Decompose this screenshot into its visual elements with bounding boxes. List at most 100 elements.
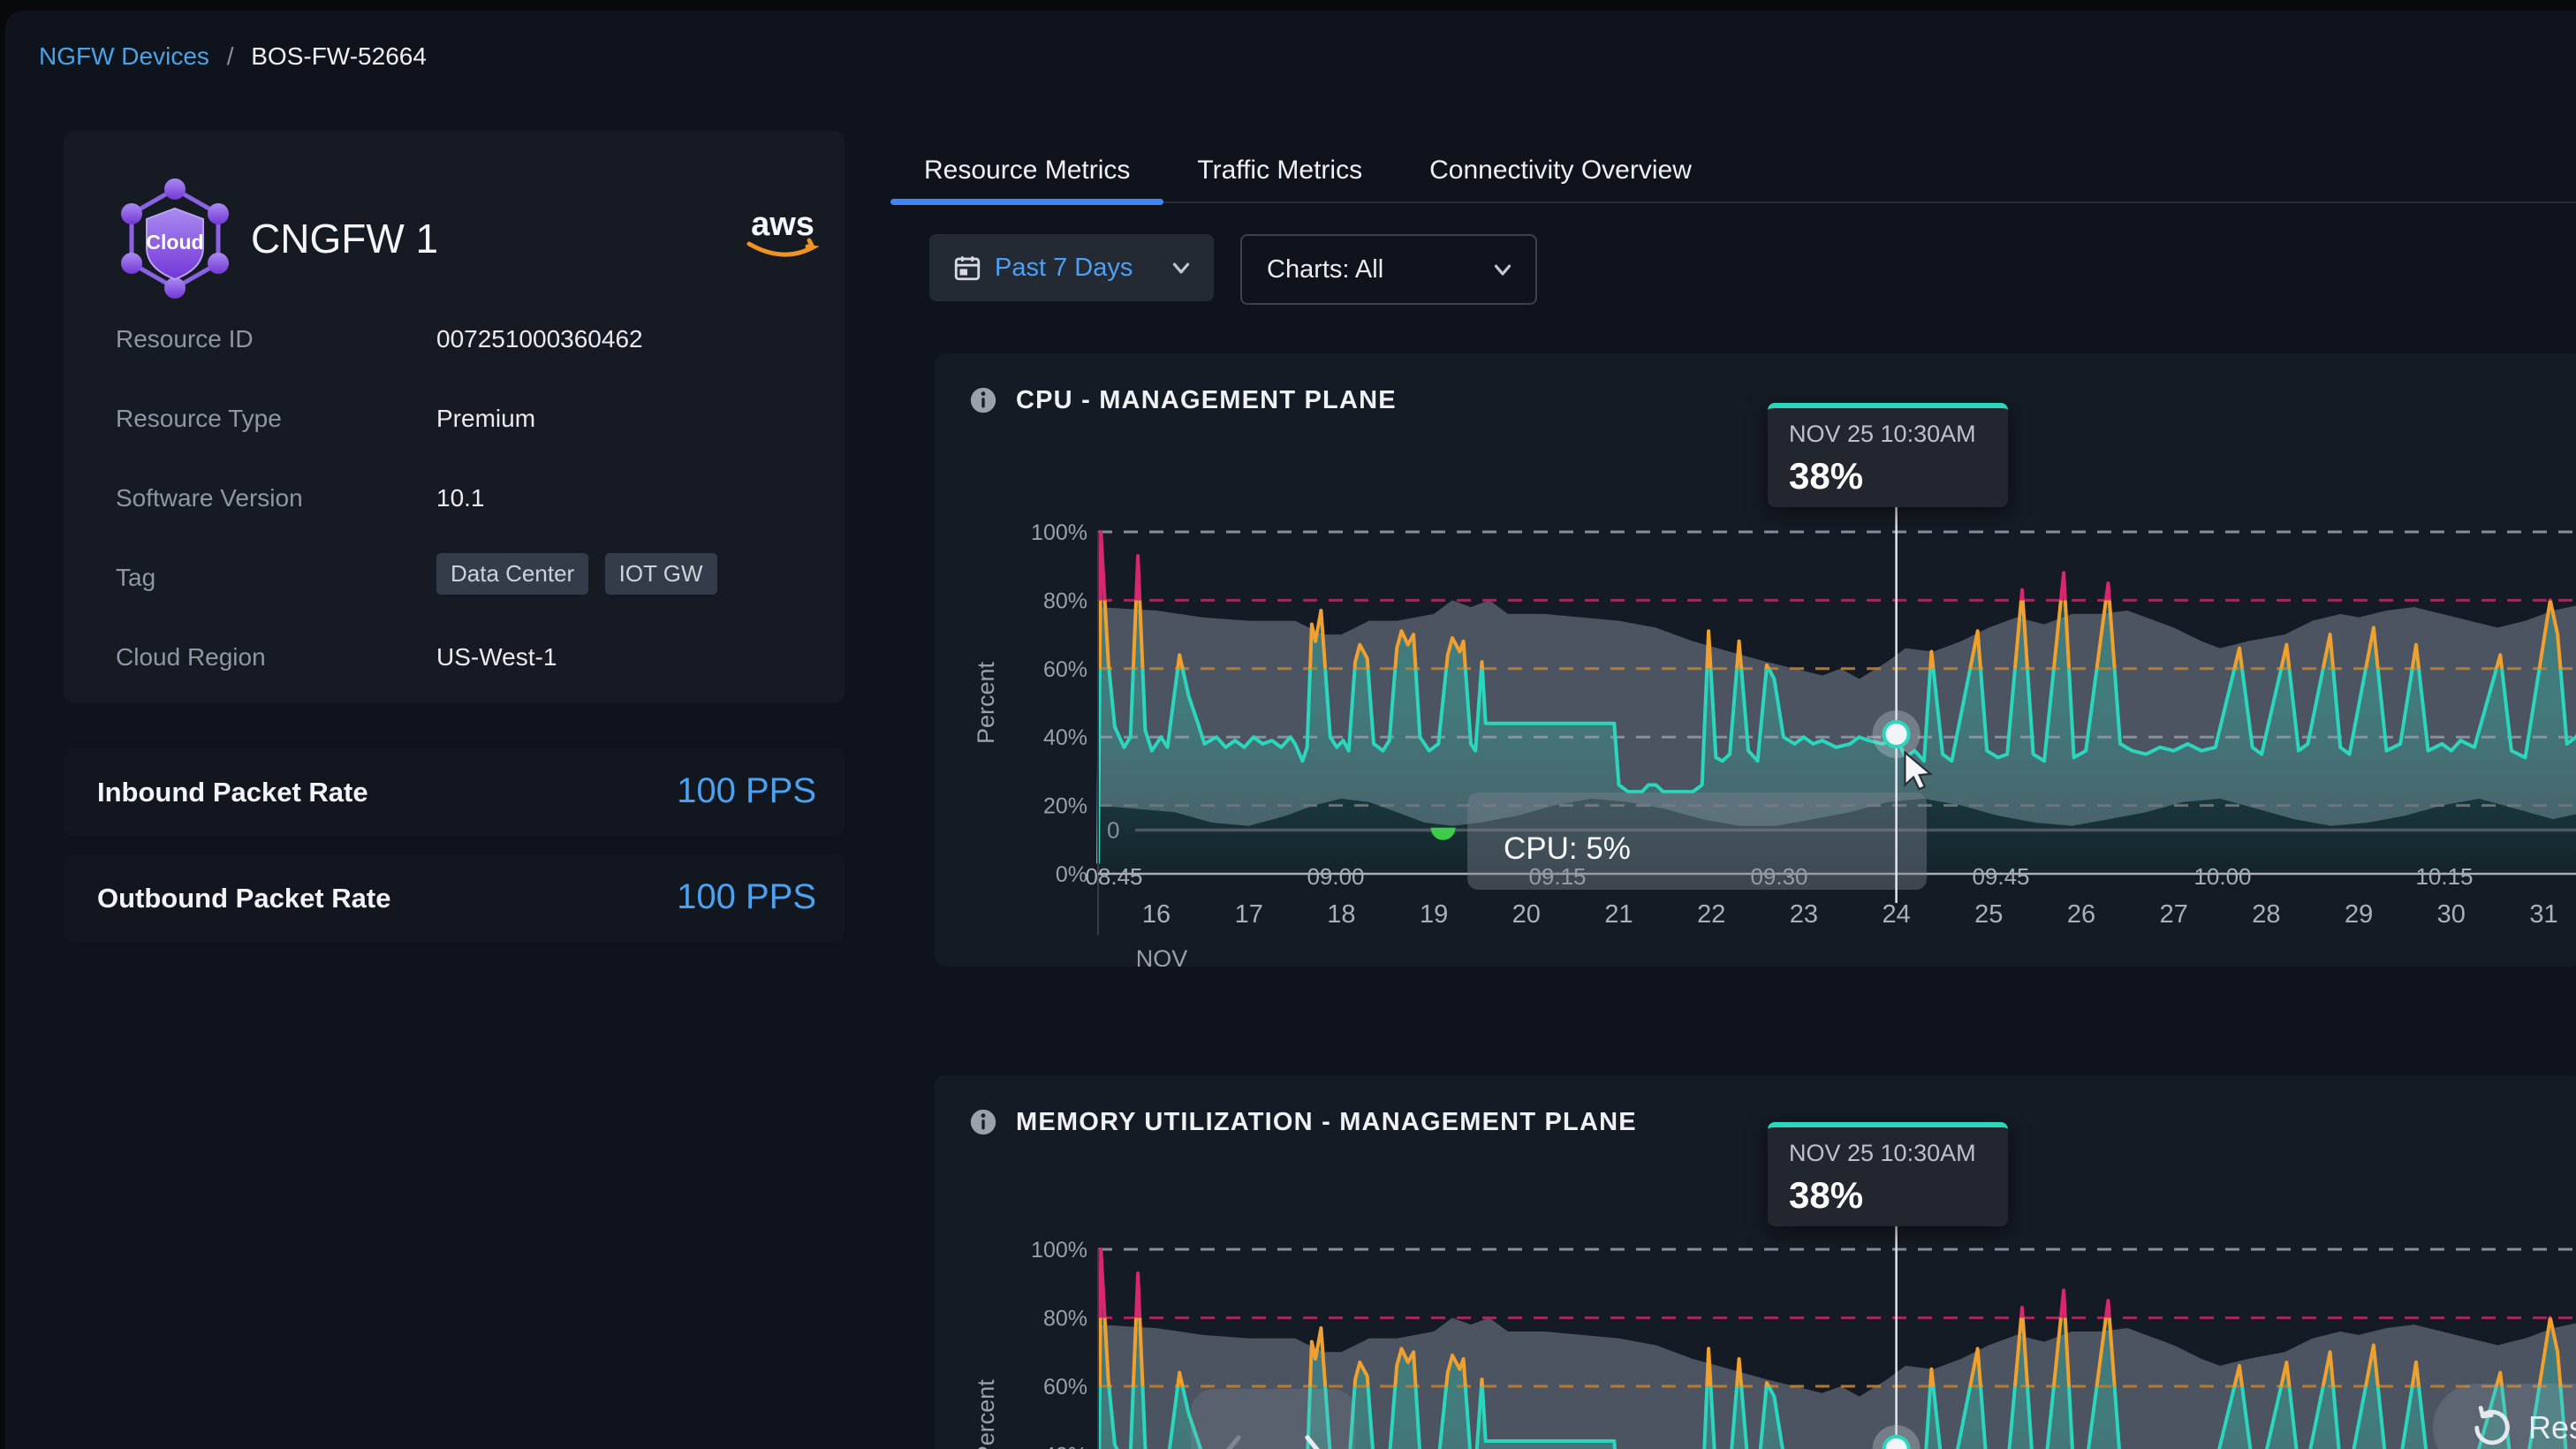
tab-connectivity-overview[interactable]: Connectivity Overview <box>1396 140 1725 201</box>
tag-chip-iot-gw[interactable]: IOT GW <box>605 553 717 595</box>
y-axis-title: Percent <box>973 661 999 744</box>
y-tick-label: 40% <box>1043 725 1087 750</box>
tab-resource-metrics[interactable]: Resource Metrics <box>890 140 1163 201</box>
y-tick-label: 20% <box>1043 794 1087 819</box>
field-value-resource-id: 007251000360462 <box>436 325 643 353</box>
x-date-label: 25 <box>1974 900 2003 929</box>
page-next-icon[interactable] <box>1297 1430 1332 1449</box>
breadcrumb-link-ngfw-devices[interactable]: NGFW Devices <box>39 42 209 70</box>
cpu-chart-card: 00%20%40%60%80%100%Percent08:4509:0009:1… <box>935 353 2576 967</box>
tag-chips: Data Center IOT GW <box>436 553 730 595</box>
hover-tooltip-text: CPU: 5% <box>1504 831 1631 866</box>
outbound-packet-rate-card: Outbound Packet Rate 100 PPS <box>64 854 845 943</box>
tag-chip-data-center[interactable]: Data Center <box>436 553 588 595</box>
cpu-chart-title: CPU - MANAGEMENT PLANE <box>1016 386 1397 415</box>
app-panel: NGFW Devices / BOS-FW-52664 Cloud CNGFW … <box>5 11 2576 1449</box>
y-tick-label: 60% <box>1043 657 1087 682</box>
x-date-label: 22 <box>1697 900 1725 929</box>
svg-text:aws: aws <box>751 206 814 243</box>
restart-label: Restart <box>2528 1409 2576 1446</box>
charts-filter-value: Charts: All <box>1267 255 1383 284</box>
x-date-label: 16 <box>1142 900 1171 929</box>
x-date-label: 26 <box>2067 900 2095 929</box>
cpu-crosshair-tooltip: NOV 25 10:30AM 38% <box>1768 403 2008 507</box>
field-value-software-version: 10.1 <box>436 484 485 512</box>
x-date-label: 28 <box>2252 900 2280 929</box>
outbound-packet-rate-value: 100 PPS <box>677 877 816 917</box>
screen: NGFW Devices / BOS-FW-52664 Cloud CNGFW … <box>0 0 2576 1449</box>
field-label-resource-type: Resource Type <box>116 405 282 433</box>
pager-divider <box>1272 1427 1274 1449</box>
x-time-label: 09:00 <box>1307 863 1364 890</box>
mouse-cursor-icon <box>1901 751 1940 793</box>
chevron-down-icon <box>1168 254 1194 281</box>
info-icon[interactable] <box>968 1107 998 1137</box>
field-label-resource-id: Resource ID <box>116 325 254 353</box>
memory-tooltip-value: 38% <box>1789 1174 1987 1217</box>
cloud-firewall-icon: Cloud <box>113 177 237 300</box>
crosshair-dot <box>1884 722 1909 747</box>
cpu-tooltip-value: 38% <box>1789 455 1987 497</box>
x-date-label: 23 <box>1790 900 1818 929</box>
device-title: CNGFW 1 <box>251 215 438 262</box>
x-time-label: 08:45 <box>1085 863 1142 890</box>
x-date-label: 18 <box>1327 900 1355 929</box>
time-range-dropdown[interactable]: Past 7 Days <box>929 234 1214 301</box>
device-card: Cloud CNGFW 1 aws Resource ID 0072510003… <box>64 131 845 703</box>
y-tick-label: 80% <box>1043 1307 1087 1331</box>
cloud-icon-label: Cloud <box>146 231 203 254</box>
x-date-label: 21 <box>1604 900 1633 929</box>
x-date-label: 20 <box>1512 900 1541 929</box>
field-label-software-version: Software Version <box>116 484 303 512</box>
y-tick-label: 40% <box>1043 1444 1087 1449</box>
inbound-packet-rate-label: Inbound Packet Rate <box>97 777 368 808</box>
y-tick-label: 100% <box>1031 520 1087 545</box>
y-tick-label: 80% <box>1043 588 1087 613</box>
field-label-cloud-region: Cloud Region <box>116 643 266 671</box>
breadcrumb: NGFW Devices / BOS-FW-52664 <box>39 42 427 71</box>
y-tick-label: 60% <box>1043 1375 1087 1400</box>
breadcrumb-separator: / <box>227 42 234 70</box>
chevron-down-icon <box>1489 256 1516 283</box>
tab-traffic-metrics[interactable]: Traffic Metrics <box>1163 140 1396 201</box>
x-date-label: 27 <box>2160 900 2188 929</box>
time-range-value: Past 7 Days <box>995 254 1133 283</box>
x-month-label: NOV <box>1136 945 1188 967</box>
memory-chart-card: 40% 60% 80% 100% Percent MEMORY UTILIZATION … <box>935 1075 2576 1449</box>
y-tick-label: 0% <box>1056 862 1087 887</box>
x-date-label: 31 <box>2529 900 2557 929</box>
x-date-label: 30 <box>2437 900 2466 929</box>
aws-logo-icon: aws <box>739 203 827 265</box>
field-label-tag: Tag <box>116 564 155 592</box>
crosshair-dot <box>1884 1437 1909 1449</box>
x-time-label: 09:45 <box>1972 863 2029 890</box>
breadcrumb-current: BOS-FW-52664 <box>251 42 427 70</box>
memory-tooltip-date: NOV 25 10:30AM <box>1789 1140 1987 1167</box>
cpu-tooltip-date: NOV 25 10:30AM <box>1789 421 1987 448</box>
info-icon[interactable] <box>968 385 998 415</box>
tab-bar: Resource Metrics Traffic Metrics Connect… <box>890 140 2576 203</box>
zero-line-label: 0 <box>1107 816 1119 843</box>
memory-crosshair-tooltip: NOV 25 10:30AM 38% <box>1768 1122 2008 1226</box>
x-date-label: 17 <box>1235 900 1263 929</box>
page-previous-icon[interactable] <box>1214 1430 1249 1449</box>
x-time-label: 10:15 <box>2415 863 2473 890</box>
y-tick-label: 100% <box>1031 1238 1087 1263</box>
field-value-resource-type: Premium <box>436 405 535 433</box>
field-value-cloud-region: US-West-1 <box>436 643 557 671</box>
inbound-packet-rate-card: Inbound Packet Rate 100 PPS <box>64 748 845 837</box>
y-axis-title: Percent <box>973 1379 999 1449</box>
memory-chart-title: MEMORY UTILIZATION - MANAGEMENT PLANE <box>1016 1108 1637 1137</box>
x-date-label: 29 <box>2345 900 2373 929</box>
chart-pager-overlay <box>1191 1389 1355 1449</box>
charts-filter-dropdown[interactable]: Charts: All <box>1240 234 1537 305</box>
inbound-packet-rate-value: 100 PPS <box>677 771 816 811</box>
calendar-icon <box>952 253 982 283</box>
restart-icon <box>2468 1405 2514 1449</box>
restart-button[interactable]: Restart <box>2433 1384 2576 1449</box>
x-time-label: 10:00 <box>2193 863 2251 890</box>
cpu-chart-canvas[interactable]: 00%20%40%60%80%100%Percent08:4509:0009:1… <box>935 353 2576 967</box>
x-date-label: 19 <box>1420 900 1448 929</box>
x-date-label: 24 <box>1882 900 1910 929</box>
outbound-packet-rate-label: Outbound Packet Rate <box>97 883 390 914</box>
